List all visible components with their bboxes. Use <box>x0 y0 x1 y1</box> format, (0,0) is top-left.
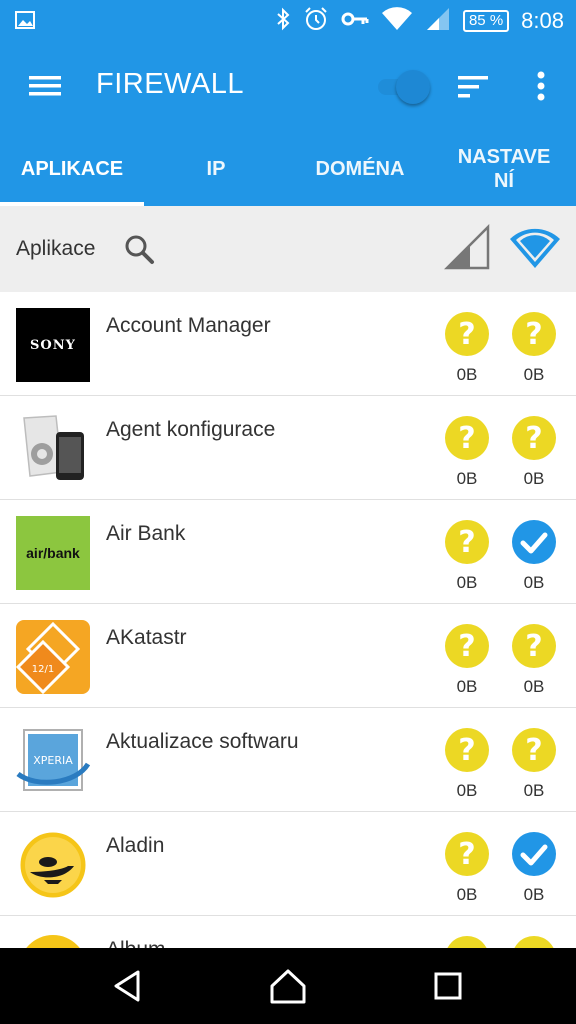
svg-text:?: ? <box>525 421 542 456</box>
signal-icon <box>425 6 451 37</box>
sony-logo: SONY <box>16 308 90 382</box>
mobile-unknown-icon[interactable]: ? <box>445 312 489 356</box>
app-title: FIREWALL <box>96 68 244 100</box>
wifi-bytes: 0B <box>523 677 545 696</box>
svg-text:?: ? <box>458 421 475 456</box>
tab-domena[interactable]: DOMÉNA <box>288 132 432 206</box>
mobile-bytes: 0B <box>456 677 478 696</box>
tab-ip[interactable]: IP <box>144 132 288 206</box>
cellular-signal-icon[interactable] <box>443 223 490 275</box>
akatastr-logo-text: 12/1 <box>32 664 54 675</box>
list-item[interactable]: SONY Account Manager ? ? 0B 0B <box>0 292 576 396</box>
tab-label: APLIKACE <box>20 158 124 180</box>
list-item[interactable]: XPERIA Aktualizace softwaru ? ? 0B 0B <box>0 708 576 812</box>
wifi-unknown-icon[interactable]: ? <box>512 416 556 460</box>
svg-text:?: ? <box>525 733 542 768</box>
app-bar: FIREWALL <box>0 42 576 132</box>
wifi-bytes: 0B <box>523 469 545 488</box>
mobile-unknown-icon[interactable]: ? <box>445 416 489 460</box>
mobile-bytes: 0B <box>456 885 478 904</box>
image-icon <box>14 9 36 36</box>
filter-bar: Aplikace <box>0 206 576 292</box>
wifi-allowed-icon[interactable] <box>512 520 556 564</box>
tab-aplikace[interactable]: APLIKACE <box>0 132 144 206</box>
alarm-icon <box>303 6 329 37</box>
wifi-bytes: 0B <box>523 365 545 384</box>
airbank-logo: air/bank <box>16 516 90 590</box>
album-logo <box>16 932 90 948</box>
wifi-bytes: 0B <box>523 781 545 800</box>
app-name: Agent konfigurace <box>106 418 276 441</box>
config-agent-logo <box>16 412 90 486</box>
svg-text:?: ? <box>458 837 475 872</box>
vpn-key-icon <box>341 11 369 32</box>
mobile-bytes: 0B <box>456 365 478 384</box>
navigation-bar <box>0 948 576 1024</box>
app-name: AKatastr <box>106 626 187 649</box>
wifi-allowed-icon[interactable] <box>512 832 556 876</box>
app-list: SONY Account Manager ? ? 0B 0B Agent kon… <box>0 292 576 948</box>
list-item[interactable]: Agent konfigurace ? ? 0B 0B <box>0 396 576 500</box>
wifi-unknown-icon[interactable]: ? <box>512 728 556 772</box>
wifi-unknown-icon[interactable]: ? <box>512 312 556 356</box>
app-name: Aladin <box>106 834 165 857</box>
tab-label: DOMÉNA <box>315 158 405 180</box>
aladin-logo <box>16 828 90 902</box>
mobile-bytes: 0B <box>456 469 478 488</box>
svg-text:?: ? <box>525 317 542 352</box>
svg-text:?: ? <box>525 629 542 664</box>
battery-indicator: 85 % <box>462 10 510 32</box>
wifi-filter-icon[interactable] <box>508 224 562 275</box>
back-icon[interactable] <box>108 966 148 1006</box>
akatastr-logo: 12/1 <box>15 620 90 695</box>
status-bar: 85 % 8:08 <box>0 0 576 42</box>
mobile-bytes: 0B <box>456 573 478 592</box>
wifi-bytes: 0B <box>523 885 545 904</box>
svg-text:?: ? <box>458 629 475 664</box>
bluetooth-icon <box>275 7 291 36</box>
xperia-logo-text: XPERIA <box>33 754 73 767</box>
list-item[interactable]: 12/1 AKatastr ? ? 0B 0B <box>0 604 576 708</box>
app-name: Air Bank <box>106 522 186 545</box>
list-item[interactable]: Album <box>0 916 576 948</box>
toggle-thumb <box>396 70 430 104</box>
clock: 8:08 <box>521 8 564 33</box>
sort-icon[interactable] <box>454 70 494 104</box>
tab-bar: APLIKACE IP DOMÉNA NASTAVE NÍ <box>0 132 576 206</box>
filter-label: Aplikace <box>16 237 96 260</box>
recents-icon[interactable] <box>428 966 468 1006</box>
mobile-bytes: 0B <box>456 781 478 800</box>
menu-icon[interactable] <box>22 66 68 106</box>
app-name: Account Manager <box>106 314 271 337</box>
list-item[interactable]: air/bank Air Bank ? 0B 0B <box>0 500 576 604</box>
list-item[interactable]: Aladin ? 0B 0B <box>0 812 576 916</box>
search-icon[interactable] <box>122 232 156 271</box>
airbank-logo-text: air/bank <box>26 545 80 561</box>
xperia-logo: XPERIA <box>16 724 91 798</box>
mobile-unknown-icon[interactable]: ? <box>445 728 489 772</box>
more-vert-icon[interactable] <box>524 66 558 106</box>
app-name: Album <box>106 938 166 948</box>
tab-nastaveni[interactable]: NASTAVE NÍ <box>432 132 576 206</box>
mobile-unknown-icon[interactable] <box>445 936 489 948</box>
svg-text:?: ? <box>458 525 475 560</box>
mobile-unknown-icon[interactable]: ? <box>445 624 489 668</box>
tab-label: IP <box>206 158 226 180</box>
firewall-toggle[interactable] <box>378 68 438 106</box>
svg-text:?: ? <box>458 317 475 352</box>
sony-logo-text: SONY <box>30 337 76 353</box>
tab-label: NASTAVE NÍ <box>457 146 551 192</box>
home-icon[interactable] <box>268 966 308 1006</box>
app-name: Aktualizace softwaru <box>106 730 299 753</box>
svg-text:?: ? <box>458 733 475 768</box>
wifi-bytes: 0B <box>523 573 545 592</box>
mobile-unknown-icon[interactable]: ? <box>445 832 489 876</box>
mobile-unknown-icon[interactable]: ? <box>445 520 489 564</box>
wifi-icon <box>381 6 413 37</box>
wifi-unknown-icon[interactable] <box>512 936 556 948</box>
wifi-unknown-icon[interactable]: ? <box>512 624 556 668</box>
